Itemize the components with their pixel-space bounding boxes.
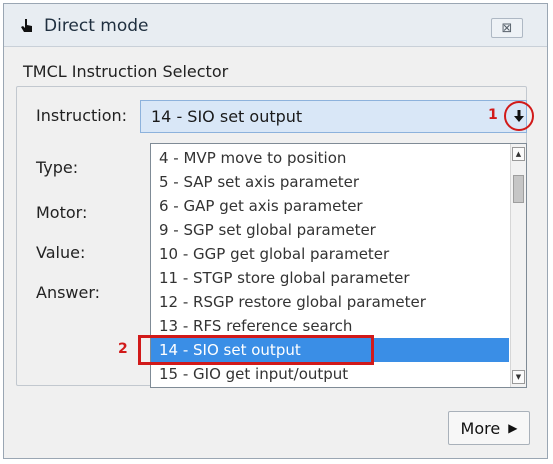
chevron-up-icon: ▲: [515, 150, 522, 158]
list-item[interactable]: 10 - GGP get global parameter: [151, 242, 509, 266]
list-item[interactable]: 9 - SGP set global parameter: [151, 218, 509, 242]
title-bar: Direct mode ⊠: [4, 4, 547, 47]
instruction-label: Instruction:: [36, 106, 128, 125]
window-title: Direct mode: [44, 16, 149, 36]
pointing-hand-icon: [21, 19, 32, 32]
type-label: Type:: [36, 158, 79, 177]
chevron-down-icon: ▼: [515, 373, 522, 381]
scroll-down-button[interactable]: ▼: [512, 370, 525, 384]
annotation-highlight-box: [138, 335, 374, 365]
down-arrow-icon: [514, 109, 524, 122]
more-button[interactable]: More ▶: [448, 411, 530, 445]
group-title: TMCL Instruction Selector: [23, 62, 229, 81]
instruction-combobox-value: 14 - SIO set output: [151, 107, 303, 126]
scroll-thumb[interactable]: [513, 175, 524, 203]
close-icon: ⊠: [501, 20, 513, 36]
list-item[interactable]: 12 - RSGP restore global parameter: [151, 290, 509, 314]
instruction-combobox[interactable]: 14 - SIO set output: [140, 100, 527, 133]
value-label: Value:: [36, 243, 86, 262]
list-item[interactable]: 6 - GAP get axis parameter: [151, 194, 509, 218]
dropdown-scrollbar[interactable]: ▲ ▼: [510, 144, 526, 387]
list-item[interactable]: 4 - MVP move to position: [151, 146, 509, 170]
more-button-label: More: [460, 418, 501, 438]
list-item[interactable]: 15 - GIO get input/output: [151, 362, 509, 386]
annotation-marker-1: 1: [488, 107, 498, 123]
list-item[interactable]: 5 - SAP set axis parameter: [151, 170, 509, 194]
annotation-marker-2: 2: [118, 341, 128, 357]
close-button[interactable]: ⊠: [491, 18, 523, 38]
list-item[interactable]: 11 - STGP store global parameter: [151, 266, 509, 290]
play-arrow-icon: ▶: [508, 421, 518, 435]
motor-label: Motor:: [36, 203, 88, 222]
answer-label: Answer:: [36, 283, 101, 302]
dropdown-arrow-button[interactable]: [512, 108, 526, 124]
scroll-up-button[interactable]: ▲: [512, 147, 525, 161]
